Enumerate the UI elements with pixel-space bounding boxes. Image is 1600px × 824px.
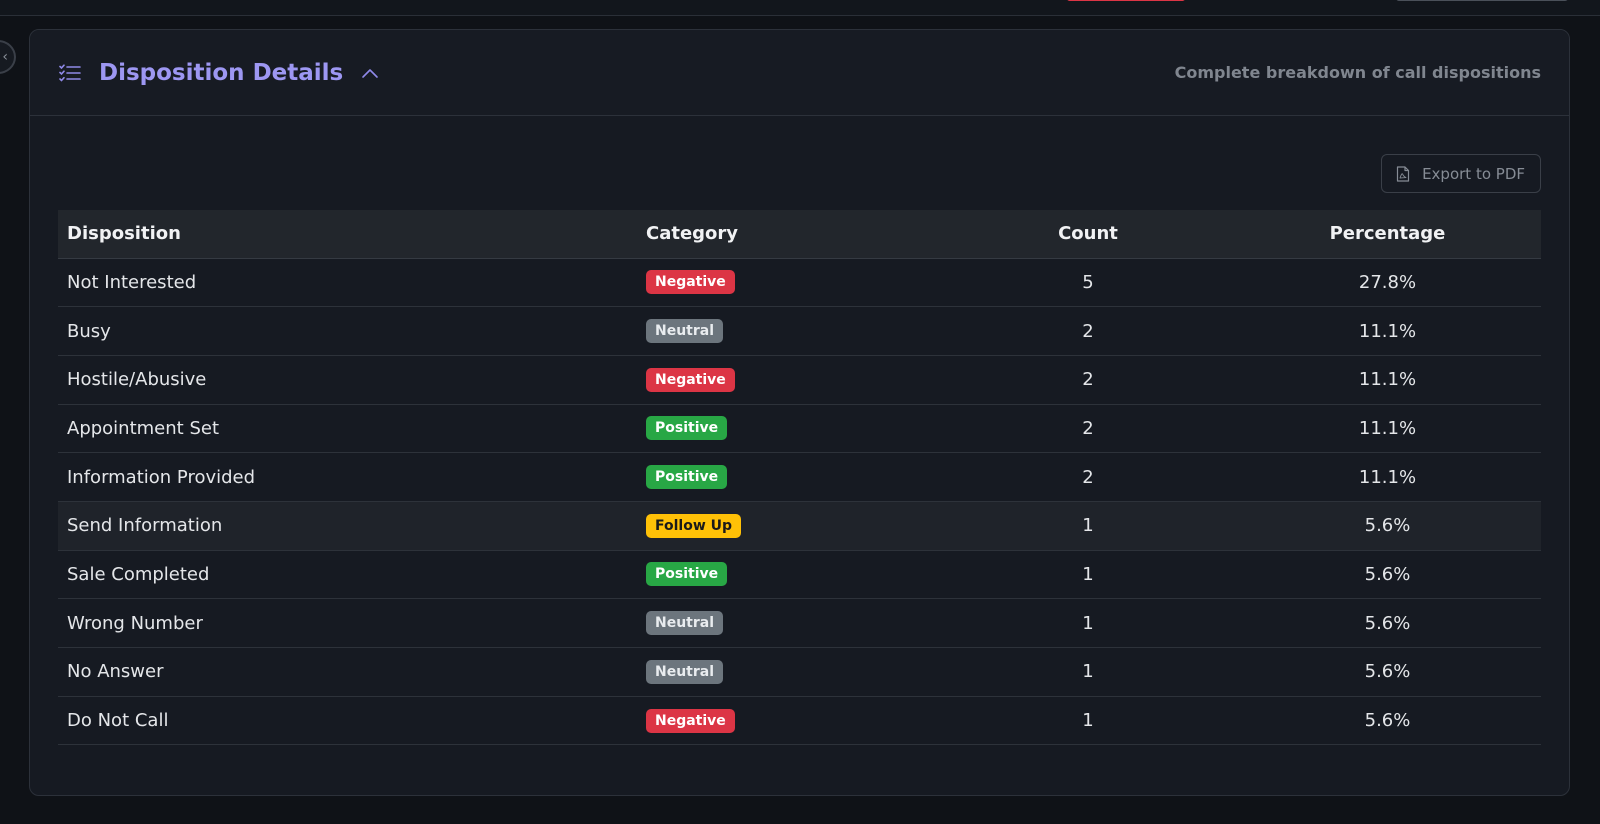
percentage-cell: 5.6%	[1234, 696, 1541, 746]
disposition-cell: Appointment Set	[58, 404, 637, 454]
disposition-table: Disposition Category Count Percentage No…	[58, 210, 1541, 746]
card-subtitle: Complete breakdown of call dispositions	[1174, 63, 1541, 82]
file-pdf-icon	[1396, 165, 1410, 182]
table-row[interactable]: No Answer Neutral 1 5.6%	[58, 647, 1541, 697]
count-cell: 1	[942, 696, 1234, 746]
count-cell: 1	[942, 598, 1234, 648]
disposition-cell: Do Not Call	[58, 696, 637, 746]
category-cell: Positive	[637, 452, 942, 502]
category-cell: Neutral	[637, 647, 942, 697]
percentage-cell: 11.1%	[1234, 355, 1541, 405]
category-badge: Positive	[646, 465, 728, 490]
table-row[interactable]: Appointment Set Positive 2 11.1%	[58, 404, 1541, 454]
disposition-cell: Busy	[58, 306, 637, 356]
category-cell: Neutral	[637, 306, 942, 356]
table-row[interactable]: Hostile/Abusive Negative 2 11.1%	[58, 355, 1541, 405]
disposition-cell: No Answer	[58, 647, 637, 697]
table-row[interactable]: Not Interested Negative 5 27.8%	[58, 258, 1541, 308]
disposition-cell: Not Interested	[58, 258, 637, 308]
card-header[interactable]: Disposition Details Complete breakdown o…	[30, 30, 1569, 116]
category-badge: Neutral	[646, 659, 724, 684]
table-row[interactable]: Do Not Call Negative 1 5.6%	[58, 696, 1541, 746]
category-badge: Neutral	[646, 611, 724, 636]
category-badge: Negative	[646, 367, 735, 392]
column-header-percentage[interactable]: Percentage	[1234, 210, 1541, 259]
category-badge: Negative	[646, 270, 735, 295]
percentage-cell: 11.1%	[1234, 404, 1541, 454]
category-cell: Negative	[637, 696, 942, 746]
disposition-cell: Information Provided	[58, 452, 637, 502]
category-cell: Negative	[637, 355, 942, 405]
disposition-cell: Wrong Number	[58, 598, 637, 648]
count-cell: 2	[942, 404, 1234, 454]
count-cell: 1	[942, 647, 1234, 697]
category-badge: Neutral	[646, 319, 724, 344]
table-toolbar: Export to PDF	[58, 154, 1541, 210]
percentage-cell: 11.1%	[1234, 306, 1541, 356]
count-cell: 2	[942, 452, 1234, 502]
column-header-count[interactable]: Count	[942, 210, 1234, 259]
page-title: Disposition Details	[99, 59, 344, 86]
count-cell: 1	[942, 550, 1234, 600]
table-row[interactable]: Sale Completed Positive 1 5.6%	[58, 550, 1541, 600]
percentage-cell: 5.6%	[1234, 501, 1541, 551]
column-header-disposition[interactable]: Disposition	[58, 210, 637, 259]
percentage-cell: 5.6%	[1234, 550, 1541, 600]
table-row[interactable]: Information Provided Positive 2 11.1%	[58, 452, 1541, 502]
count-cell: 1	[942, 501, 1234, 551]
percentage-cell: 5.6%	[1234, 647, 1541, 697]
table-header-row: Disposition Category Count Percentage	[58, 210, 1541, 259]
table-row[interactable]: Wrong Number Neutral 1 5.6%	[58, 598, 1541, 648]
category-cell: Positive	[637, 404, 942, 454]
disposition-cell: Sale Completed	[58, 550, 637, 600]
category-cell: Neutral	[637, 598, 942, 648]
card-body: Export to PDF Disposition Category Count…	[30, 116, 1569, 746]
category-badge: Follow Up	[646, 513, 742, 538]
alert-button[interactable]	[1067, 0, 1185, 1]
sidebar-toggle-button[interactable]: ‹	[0, 40, 16, 74]
top-navbar	[0, 0, 1600, 16]
percentage-cell: 27.8%	[1234, 258, 1541, 308]
category-badge: Positive	[646, 416, 728, 441]
percentage-cell: 5.6%	[1234, 598, 1541, 648]
disposition-cell: Hostile/Abusive	[58, 355, 637, 405]
export-pdf-button[interactable]: Export to PDF	[1381, 154, 1541, 193]
category-cell: Positive	[637, 550, 942, 600]
disposition-cell: Send Information	[58, 501, 637, 551]
chevron-left-icon: ‹	[2, 49, 8, 65]
table-row[interactable]: Busy Neutral 2 11.1%	[58, 306, 1541, 356]
category-cell: Follow Up	[637, 501, 942, 551]
category-cell: Negative	[637, 258, 942, 308]
count-cell: 2	[942, 355, 1234, 405]
count-cell: 5	[942, 258, 1234, 308]
disposition-details-card: Disposition Details Complete breakdown o…	[29, 29, 1570, 796]
list-check-icon	[59, 63, 81, 82]
chevron-up-icon[interactable]	[361, 67, 379, 79]
column-header-category[interactable]: Category	[637, 210, 942, 259]
category-badge: Negative	[646, 708, 735, 733]
export-pdf-label: Export to PDF	[1422, 164, 1525, 183]
percentage-cell: 11.1%	[1234, 452, 1541, 502]
category-badge: Positive	[646, 562, 728, 587]
table-row[interactable]: Send Information Follow Up 1 5.6%	[58, 501, 1541, 551]
count-cell: 2	[942, 306, 1234, 356]
top-select[interactable]	[1396, 0, 1568, 1]
